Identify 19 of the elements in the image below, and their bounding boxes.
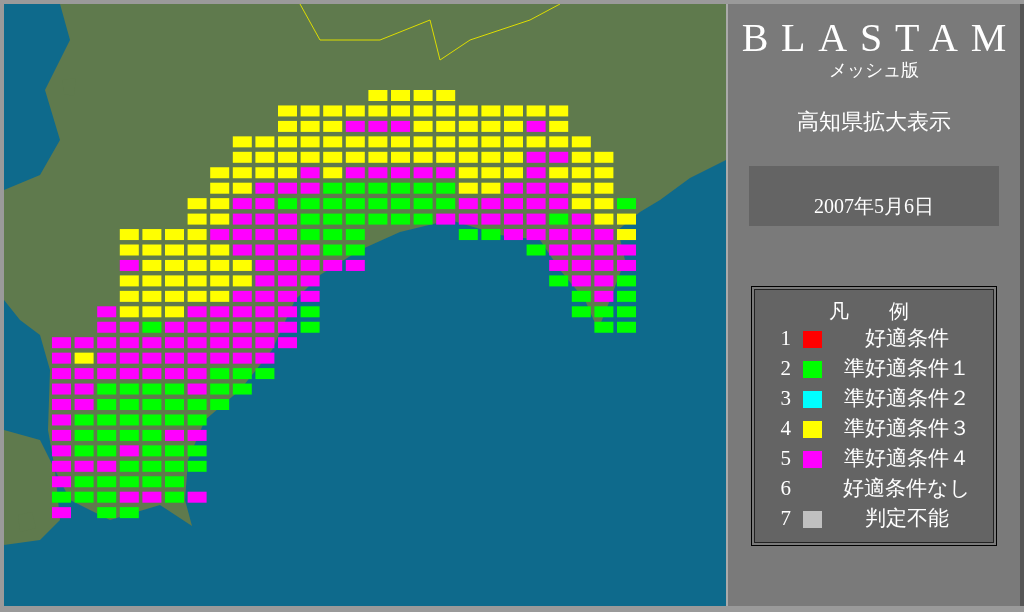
legend-label: 判定不能 bbox=[864, 505, 950, 533]
legend-label: 準好適条件２ bbox=[843, 385, 971, 413]
legend-title: 凡 例 bbox=[828, 299, 910, 324]
legend-label: 好適条件 bbox=[864, 325, 950, 353]
date-label: 2007年5月6日 bbox=[814, 194, 934, 219]
region-label: 高知県拡大表示 bbox=[797, 108, 951, 136]
legend-label: 準好適条件４ bbox=[843, 445, 971, 473]
app-title: BLASTAM bbox=[740, 14, 1020, 61]
legend-number: 3 bbox=[779, 385, 792, 413]
legend-number: 5 bbox=[779, 445, 792, 473]
legend-number: 4 bbox=[779, 415, 792, 443]
legend-label: 好適条件なし bbox=[842, 475, 972, 503]
legend-number: 2 bbox=[779, 355, 792, 383]
legend-label: 準好適条件１ bbox=[843, 355, 971, 383]
legend-number: 6 bbox=[779, 475, 792, 503]
legend-number: 1 bbox=[779, 325, 792, 353]
legend-label: 準好適条件３ bbox=[843, 415, 971, 443]
subtitle: メッシュ版 bbox=[829, 59, 919, 82]
legend-number: 7 bbox=[779, 505, 792, 533]
